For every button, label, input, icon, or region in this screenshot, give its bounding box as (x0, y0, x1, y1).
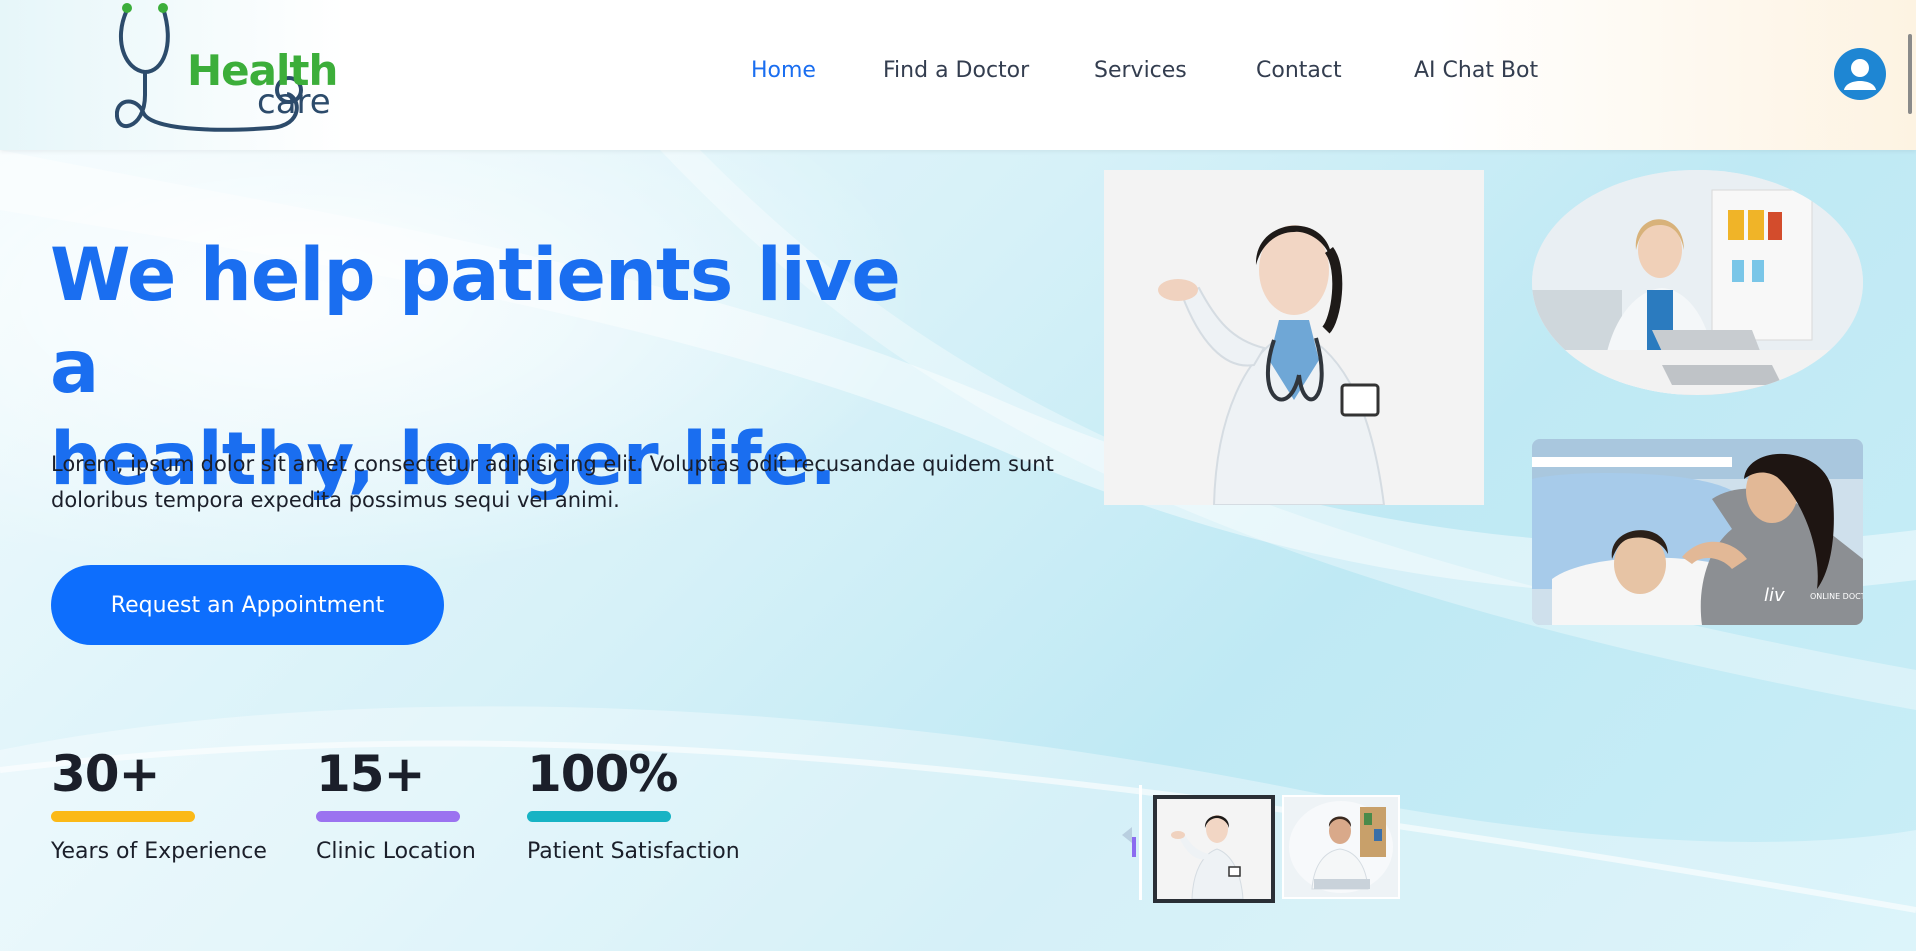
stat-label: Patient Satisfaction (527, 839, 740, 864)
stat-label: Clinic Location (316, 839, 476, 864)
nav-item-find-a-doctor[interactable]: Find a Doctor (883, 58, 1029, 83)
watermark-left: liv (1764, 585, 1785, 606)
stat-patient-satisfaction: 100% Patient Satisfaction (527, 745, 740, 864)
user-icon (1844, 59, 1876, 90)
stat-bar (51, 811, 195, 822)
nav-item-ai-chat-bot[interactable]: AI Chat Bot (1414, 58, 1538, 83)
mother-and-child-in-hospital-bed-image: liv ONLINE DOCTOR (1532, 439, 1863, 625)
nav-item-home[interactable]: Home (751, 58, 816, 83)
page-scrollbar[interactable] (1908, 34, 1912, 114)
site-header: Health care Home Find a Doctor Services … (0, 0, 1916, 150)
stat-years-experience: 30+ Years of Experience (51, 745, 267, 864)
nav-item-services[interactable]: Services (1094, 58, 1187, 83)
carousel-thumbnail-doctor-woman[interactable] (1153, 795, 1275, 903)
carousel-thumbnail-doctor-man[interactable] (1282, 795, 1400, 899)
request-appointment-button[interactable]: Request an Appointment (51, 565, 444, 645)
carousel-prev-control[interactable] (1118, 785, 1142, 900)
user-avatar-button[interactable] (1834, 48, 1886, 100)
watermark-right: ONLINE DOCTOR (1810, 592, 1863, 601)
nav-item-contact[interactable]: Contact (1256, 58, 1342, 83)
healthcare-logo[interactable]: Health care (114, 0, 375, 140)
hero-description: Lorem, ipsum dolor sit amet consectetur … (51, 452, 1054, 512)
hero-title-line-1: We help patients live a (50, 233, 901, 410)
hero-section: We help patients live a healthy, longer … (0, 150, 1916, 951)
doctor-woman-pointing-image (1104, 170, 1484, 505)
stat-value: 15+ (316, 745, 425, 803)
stat-bar (527, 811, 671, 822)
stat-value: 30+ (51, 745, 160, 803)
logo-word-care: care (257, 82, 331, 122)
doctor-at-laptop-image (1532, 170, 1863, 395)
stat-clinic-location: 15+ Clinic Location (316, 745, 476, 864)
stat-value: 100% (527, 745, 678, 803)
stat-label: Years of Experience (51, 839, 267, 864)
stat-bar (316, 811, 460, 822)
